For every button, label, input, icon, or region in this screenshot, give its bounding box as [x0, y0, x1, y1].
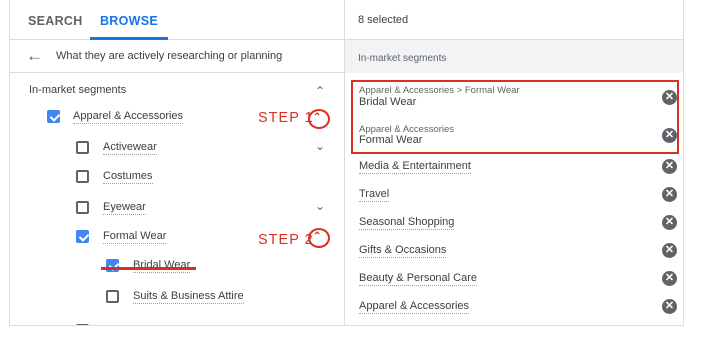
selected-item-label: Travel	[359, 188, 390, 202]
remove-icon[interactable]: ✕	[662, 243, 677, 258]
selected-item-label: Beauty & Personal Care	[359, 272, 478, 286]
selected-item-label: Seasonal Shopping	[359, 216, 455, 230]
tree-item-label: Apparel & Accessories	[73, 110, 184, 124]
selected-section-header: In-market segments	[345, 40, 683, 73]
tree-item-costumes[interactable]: Costumes	[10, 162, 340, 192]
remove-icon[interactable]: ✕	[662, 299, 677, 314]
chevron-up-icon[interactable]: ⌃	[315, 85, 325, 97]
selected-item-seasonal-shopping: Seasonal Shopping ✕	[345, 212, 683, 234]
remove-icon[interactable]: ✕	[662, 187, 677, 202]
chevron-down-icon[interactable]: ⌄	[315, 140, 325, 152]
checkbox-costumes[interactable]	[76, 170, 89, 183]
step2-circle-annotation: ⌃	[308, 228, 330, 248]
selected-item-travel: Travel ✕	[345, 184, 683, 206]
tree-section-label: In-market segments	[29, 84, 127, 96]
breadcrumb-label: What they are actively researching or pl…	[56, 50, 283, 62]
selected-section-label: In-market segments	[358, 53, 447, 64]
browse-panel: SEARCH BROWSE ← What they are actively r…	[10, 0, 345, 325]
tree-item-label: Bridal Wear	[133, 259, 191, 273]
selected-item-apparel-accessories: Apparel & Accessories ✕	[345, 296, 683, 318]
step1-circle-annotation: ⌃	[308, 109, 330, 129]
selected-panel: 8 selected In-market segments Apparel & …	[345, 0, 683, 325]
selected-items-highlight-annotation	[351, 80, 679, 154]
tab-bar: SEARCH BROWSE	[10, 0, 344, 40]
tree-item-label: Eyewear	[103, 201, 146, 215]
audience-picker: SEARCH BROWSE ← What they are actively r…	[9, 0, 684, 326]
chevron-down-icon[interactable]: ⌄	[315, 200, 325, 212]
selected-item-beauty-personal-care: Beauty & Personal Care ✕	[345, 268, 683, 290]
tree-section-in-market[interactable]: In-market segments ⌃	[10, 75, 340, 105]
tree-item-label: Suits & Business Attire	[133, 290, 244, 304]
remove-icon[interactable]: ✕	[662, 215, 677, 230]
step1-annotation: STEP 1	[258, 110, 314, 126]
checkbox-activewear[interactable]	[76, 141, 89, 154]
selected-item-label: Gifts & Occasions	[359, 244, 447, 258]
tree-item-label: Activewear	[103, 141, 157, 155]
tree-item-label: Formal Wear	[103, 230, 167, 244]
tree-item-suits-business-attire[interactable]: Suits & Business Attire	[10, 282, 340, 312]
checkbox-suits-business-attire[interactable]	[106, 290, 119, 303]
selected-item-gifts-occasions: Gifts & Occasions ✕	[345, 240, 683, 262]
tree-item-bridal-wear[interactable]: Bridal Wear	[10, 251, 340, 281]
bridal-wear-underline-annotation	[101, 267, 196, 270]
chevron-up-icon[interactable]: ⌃	[313, 231, 321, 242]
selected-count: 8 selected	[358, 14, 409, 26]
tree-item-eyewear[interactable]: Eyewear ⌄	[10, 193, 340, 223]
checkbox-eyewear[interactable]	[76, 201, 89, 214]
remove-icon[interactable]: ✕	[662, 159, 677, 174]
checkbox-partial[interactable]	[76, 324, 89, 325]
selected-item-media-entertainment: Media & Entertainment ✕	[345, 156, 683, 178]
selected-item-label: Apparel & Accessories	[359, 300, 470, 314]
tab-search[interactable]: SEARCH	[28, 0, 83, 40]
step2-annotation: STEP 2	[258, 232, 314, 248]
back-arrow-icon[interactable]: ←	[26, 47, 43, 65]
tree-item-label: Costumes	[103, 170, 153, 184]
checkbox-bridal-wear[interactable]	[106, 259, 119, 272]
selected-item-label: Media & Entertainment	[359, 160, 471, 174]
selected-header: 8 selected	[345, 0, 683, 40]
tree-item-partial[interactable]	[10, 316, 340, 325]
tree-item-activewear[interactable]: Activewear ⌄	[10, 133, 340, 163]
checkbox-apparel-accessories[interactable]	[47, 110, 60, 123]
tab-browse[interactable]: BROWSE	[90, 0, 168, 40]
remove-icon[interactable]: ✕	[662, 271, 677, 286]
breadcrumb: ← What they are actively researching or …	[10, 40, 344, 73]
checkbox-formal-wear[interactable]	[76, 230, 89, 243]
chevron-up-icon[interactable]: ⌃	[313, 112, 321, 123]
